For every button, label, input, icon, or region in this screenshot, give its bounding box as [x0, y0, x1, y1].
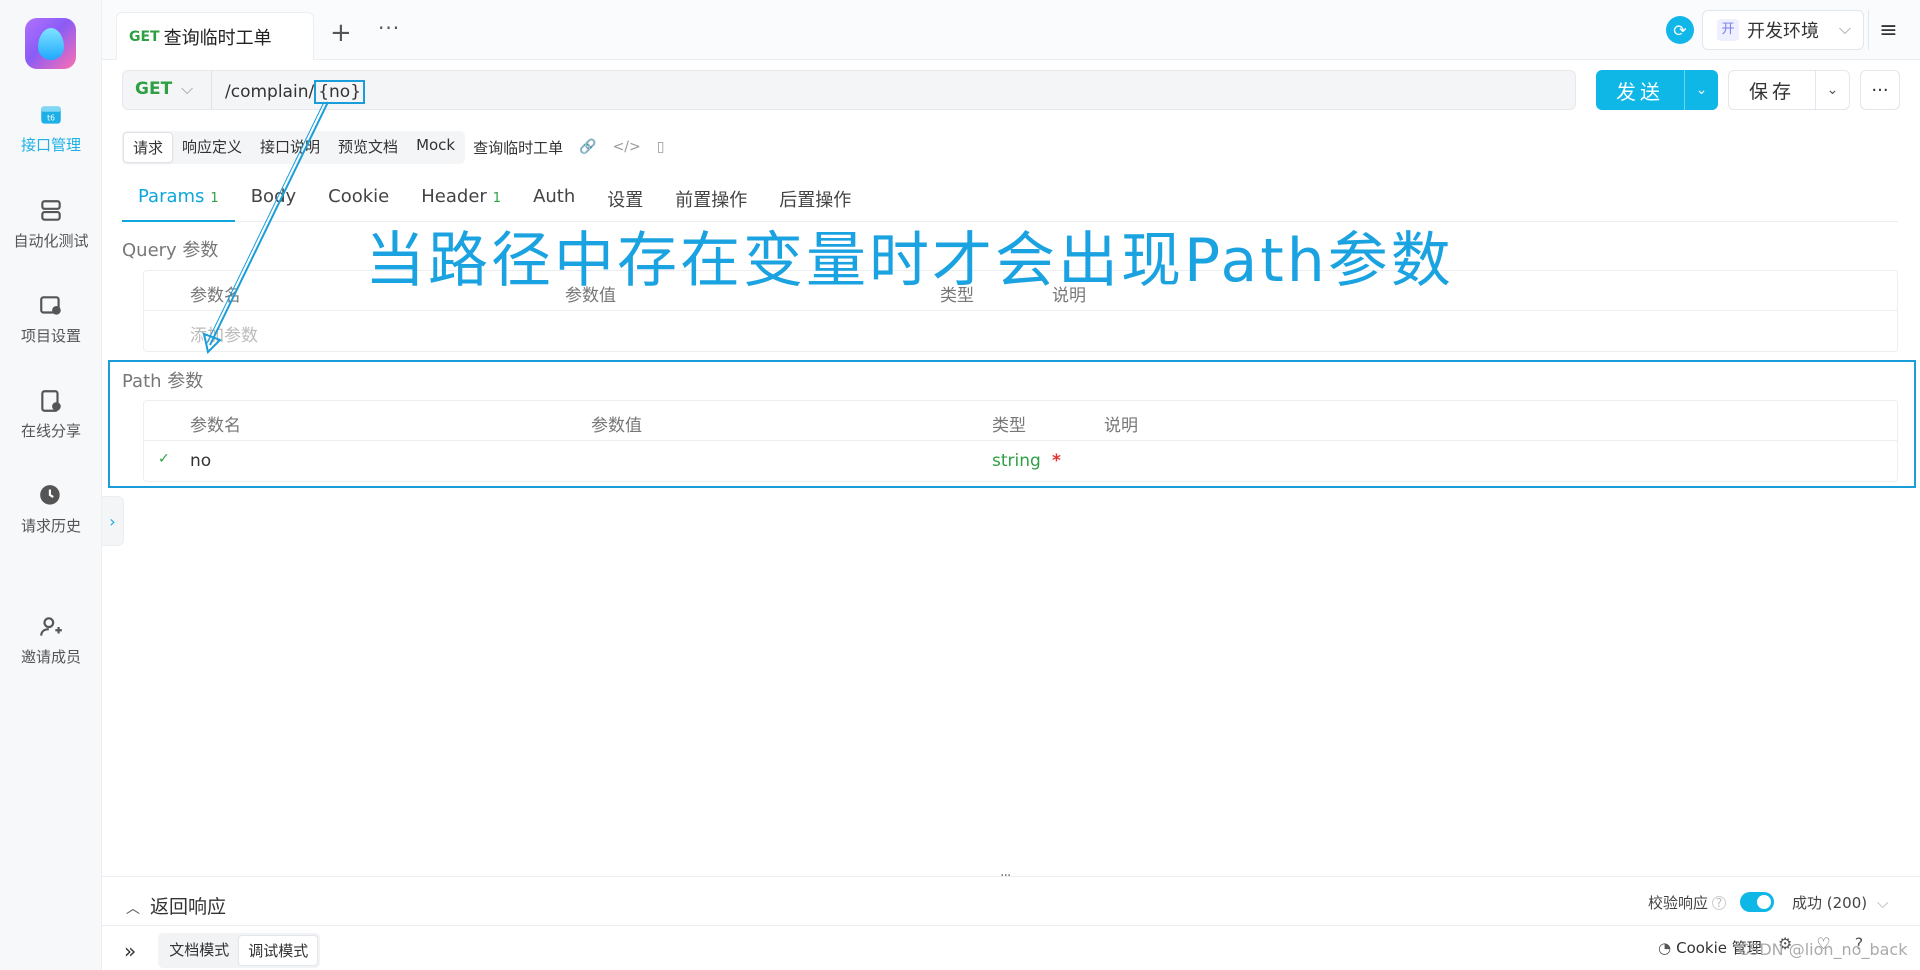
divider [102, 876, 1920, 877]
response-header[interactable]: ︿ 返回响应 [126, 892, 226, 919]
mode-switch: 文档模式 调试模式 [158, 933, 321, 968]
status-label: 成功 (200) [1792, 894, 1868, 912]
debug-mode-button[interactable]: 调试模式 [238, 935, 319, 966]
response-title: 返回响应 [150, 896, 227, 918]
annotation-arrow [202, 101, 329, 354]
validate-response: 校验响应? [1648, 892, 1727, 913]
chevron-down-icon: ⌵ [1877, 894, 1889, 912]
doc-mode-button[interactable]: 文档模式 [160, 935, 238, 966]
validate-label: 校验响应 [1648, 894, 1709, 912]
divider [102, 925, 1920, 926]
mode-bar: » 文档模式 调试模式 [124, 933, 321, 968]
validate-toggle[interactable] [1740, 892, 1774, 912]
help-icon: ? [1712, 895, 1727, 910]
chevron-up-icon: ︿ [126, 901, 140, 917]
double-chevron-icon[interactable]: » [124, 939, 136, 963]
resize-handle[interactable]: ··· [1000, 868, 1011, 884]
cookie-icon: ◔ [1658, 938, 1672, 957]
response-status-select[interactable]: 成功 (200) ⌵ [1792, 892, 1888, 913]
watermark: CSDN @lion_no_back [1738, 940, 1908, 959]
app-window: t6 接口管理 自动化测试 项目设置 在线分享 请求历史 邀请成员 GET 查询… [0, 0, 1920, 970]
expand-panel-button[interactable]: › [102, 496, 124, 546]
